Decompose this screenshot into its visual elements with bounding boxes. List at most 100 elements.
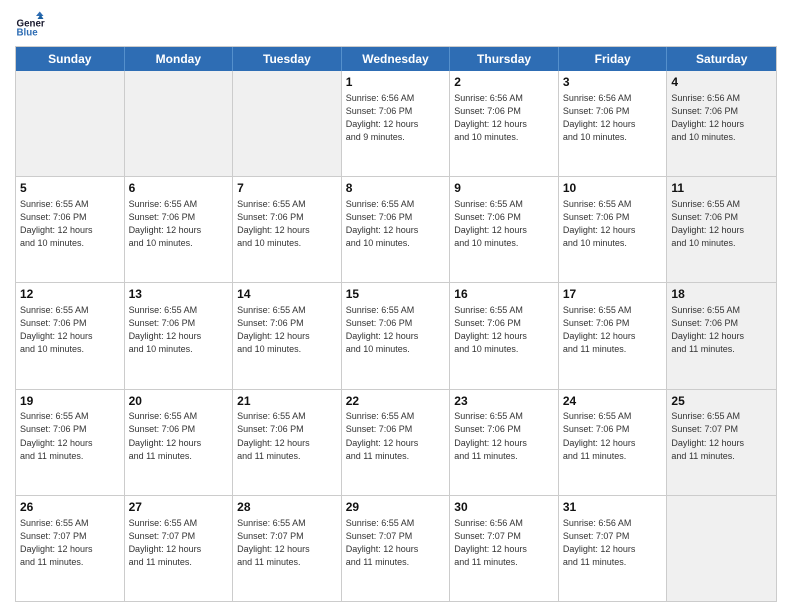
calendar-cell: 3Sunrise: 6:56 AM Sunset: 7:06 PM Daylig… [559,71,668,176]
day-info: Sunrise: 6:55 AM Sunset: 7:06 PM Dayligh… [129,410,229,462]
day-info: Sunrise: 6:56 AM Sunset: 7:06 PM Dayligh… [454,92,554,144]
calendar-cell: 6Sunrise: 6:55 AM Sunset: 7:06 PM Daylig… [125,177,234,282]
day-info: Sunrise: 6:56 AM Sunset: 7:07 PM Dayligh… [454,517,554,569]
day-number: 9 [454,180,554,197]
weekday-header: Saturday [667,47,776,71]
calendar-cell: 13Sunrise: 6:55 AM Sunset: 7:06 PM Dayli… [125,283,234,388]
day-info: Sunrise: 6:56 AM Sunset: 7:06 PM Dayligh… [563,92,663,144]
day-info: Sunrise: 6:56 AM Sunset: 7:06 PM Dayligh… [346,92,446,144]
weekday-header: Sunday [16,47,125,71]
day-number: 31 [563,499,663,516]
weekday-header: Wednesday [342,47,451,71]
day-number: 10 [563,180,663,197]
day-number: 2 [454,74,554,91]
day-number: 15 [346,286,446,303]
calendar-cell: 27Sunrise: 6:55 AM Sunset: 7:07 PM Dayli… [125,496,234,601]
calendar-cell: 28Sunrise: 6:55 AM Sunset: 7:07 PM Dayli… [233,496,342,601]
calendar-cell: 20Sunrise: 6:55 AM Sunset: 7:06 PM Dayli… [125,390,234,495]
calendar-cell: 12Sunrise: 6:55 AM Sunset: 7:06 PM Dayli… [16,283,125,388]
day-info: Sunrise: 6:55 AM Sunset: 7:07 PM Dayligh… [237,517,337,569]
page: General Blue SundayMondayTuesdayWednesda… [0,0,792,612]
day-number: 25 [671,393,772,410]
day-info: Sunrise: 6:55 AM Sunset: 7:06 PM Dayligh… [20,198,120,250]
calendar-cell: 10Sunrise: 6:55 AM Sunset: 7:06 PM Dayli… [559,177,668,282]
day-number: 16 [454,286,554,303]
day-number: 13 [129,286,229,303]
calendar: SundayMondayTuesdayWednesdayThursdayFrid… [15,46,777,602]
calendar-body: 1Sunrise: 6:56 AM Sunset: 7:06 PM Daylig… [16,71,776,601]
day-info: Sunrise: 6:55 AM Sunset: 7:06 PM Dayligh… [129,304,229,356]
day-info: Sunrise: 6:56 AM Sunset: 7:07 PM Dayligh… [563,517,663,569]
calendar-row: 1Sunrise: 6:56 AM Sunset: 7:06 PM Daylig… [16,71,776,176]
day-info: Sunrise: 6:55 AM Sunset: 7:06 PM Dayligh… [454,304,554,356]
day-info: Sunrise: 6:55 AM Sunset: 7:07 PM Dayligh… [671,410,772,462]
day-number: 12 [20,286,120,303]
weekday-header: Monday [125,47,234,71]
calendar-cell [233,71,342,176]
calendar-cell: 24Sunrise: 6:55 AM Sunset: 7:06 PM Dayli… [559,390,668,495]
calendar-row: 5Sunrise: 6:55 AM Sunset: 7:06 PM Daylig… [16,176,776,282]
day-info: Sunrise: 6:55 AM Sunset: 7:06 PM Dayligh… [671,304,772,356]
calendar-cell: 31Sunrise: 6:56 AM Sunset: 7:07 PM Dayli… [559,496,668,601]
day-info: Sunrise: 6:55 AM Sunset: 7:07 PM Dayligh… [20,517,120,569]
calendar-cell: 2Sunrise: 6:56 AM Sunset: 7:06 PM Daylig… [450,71,559,176]
calendar-cell: 17Sunrise: 6:55 AM Sunset: 7:06 PM Dayli… [559,283,668,388]
calendar-cell: 21Sunrise: 6:55 AM Sunset: 7:06 PM Dayli… [233,390,342,495]
day-number: 27 [129,499,229,516]
day-number: 3 [563,74,663,91]
calendar-cell: 15Sunrise: 6:55 AM Sunset: 7:06 PM Dayli… [342,283,451,388]
day-info: Sunrise: 6:55 AM Sunset: 7:07 PM Dayligh… [346,517,446,569]
calendar-cell: 9Sunrise: 6:55 AM Sunset: 7:06 PM Daylig… [450,177,559,282]
day-info: Sunrise: 6:55 AM Sunset: 7:06 PM Dayligh… [671,198,772,250]
logo-icon: General Blue [15,10,45,40]
calendar-cell: 23Sunrise: 6:55 AM Sunset: 7:06 PM Dayli… [450,390,559,495]
day-number: 21 [237,393,337,410]
day-number: 1 [346,74,446,91]
day-number: 22 [346,393,446,410]
day-info: Sunrise: 6:55 AM Sunset: 7:06 PM Dayligh… [129,198,229,250]
day-info: Sunrise: 6:56 AM Sunset: 7:06 PM Dayligh… [671,92,772,144]
calendar-cell: 26Sunrise: 6:55 AM Sunset: 7:07 PM Dayli… [16,496,125,601]
day-number: 4 [671,74,772,91]
day-info: Sunrise: 6:55 AM Sunset: 7:07 PM Dayligh… [129,517,229,569]
calendar-cell: 29Sunrise: 6:55 AM Sunset: 7:07 PM Dayli… [342,496,451,601]
day-info: Sunrise: 6:55 AM Sunset: 7:06 PM Dayligh… [346,304,446,356]
day-info: Sunrise: 6:55 AM Sunset: 7:06 PM Dayligh… [346,198,446,250]
day-info: Sunrise: 6:55 AM Sunset: 7:06 PM Dayligh… [237,304,337,356]
day-info: Sunrise: 6:55 AM Sunset: 7:06 PM Dayligh… [454,198,554,250]
weekday-header: Tuesday [233,47,342,71]
day-number: 17 [563,286,663,303]
weekday-header: Friday [559,47,668,71]
calendar-cell: 25Sunrise: 6:55 AM Sunset: 7:07 PM Dayli… [667,390,776,495]
day-info: Sunrise: 6:55 AM Sunset: 7:06 PM Dayligh… [563,410,663,462]
day-number: 19 [20,393,120,410]
day-info: Sunrise: 6:55 AM Sunset: 7:06 PM Dayligh… [237,198,337,250]
calendar-cell: 11Sunrise: 6:55 AM Sunset: 7:06 PM Dayli… [667,177,776,282]
calendar-cell: 7Sunrise: 6:55 AM Sunset: 7:06 PM Daylig… [233,177,342,282]
day-number: 20 [129,393,229,410]
day-info: Sunrise: 6:55 AM Sunset: 7:06 PM Dayligh… [20,410,120,462]
calendar-cell: 8Sunrise: 6:55 AM Sunset: 7:06 PM Daylig… [342,177,451,282]
day-number: 18 [671,286,772,303]
day-number: 23 [454,393,554,410]
calendar-cell: 22Sunrise: 6:55 AM Sunset: 7:06 PM Dayli… [342,390,451,495]
calendar-cell: 14Sunrise: 6:55 AM Sunset: 7:06 PM Dayli… [233,283,342,388]
day-number: 26 [20,499,120,516]
day-number: 6 [129,180,229,197]
calendar-cell: 19Sunrise: 6:55 AM Sunset: 7:06 PM Dayli… [16,390,125,495]
day-number: 14 [237,286,337,303]
calendar-row: 12 Sunrise: 6:55 AM Sunset: 7:06 PM Dayli… [16,282,776,388]
weekday-header: Thursday [450,47,559,71]
day-info: Sunrise: 6:55 AM Sunset: 7:06 PM Dayligh… [454,410,554,462]
calendar-cell [125,71,234,176]
calendar-header: SundayMondayTuesdayWednesdayThursdayFrid… [16,47,776,71]
day-info: Sunrise: 6:55 AM Sunset: 7:06 PM Dayligh… [237,410,337,462]
day-number: 24 [563,393,663,410]
calendar-row: 26Sunrise: 6:55 AM Sunset: 7:07 PM Dayli… [16,495,776,601]
day-number: 11 [671,180,772,197]
day-info: Sunrise: 6:55 AM Sunset: 7:06 PM Dayligh… [563,198,663,250]
calendar-cell: 16Sunrise: 6:55 AM Sunset: 7:06 PM Dayli… [450,283,559,388]
day-number: 29 [346,499,446,516]
svg-text:Blue: Blue [17,28,39,39]
calendar-cell: 4Sunrise: 6:56 AM Sunset: 7:06 PM Daylig… [667,71,776,176]
